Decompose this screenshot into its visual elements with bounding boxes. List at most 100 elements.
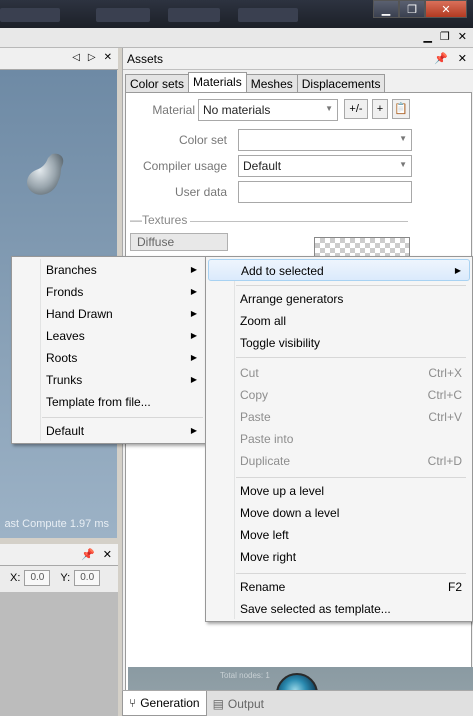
textures-divider	[190, 221, 408, 222]
clipboard-icon: 📋	[394, 103, 408, 115]
restore-button[interactable]: ❐	[399, 0, 425, 18]
material-combo[interactable]: No materials ▼	[198, 99, 338, 121]
menu-separator	[236, 573, 466, 574]
diffuse-slot[interactable]: Diffuse	[130, 233, 228, 251]
x-field[interactable]: 0.0	[24, 570, 51, 586]
menu-item-label: Cut	[240, 366, 259, 380]
menu-item-default[interactable]: Default ▶	[14, 420, 205, 442]
add-material-button[interactable]: +	[372, 99, 388, 119]
restore-icon: ❐	[407, 3, 417, 16]
title-bar-blurred-text	[0, 8, 60, 22]
compiler-usage-combo[interactable]: Default ▼	[238, 155, 412, 177]
output-icon: ▤	[212, 696, 224, 711]
minimize-button[interactable]: ▁	[373, 0, 399, 18]
menu-item-add-to-selected[interactable]: Add to selected ▶	[208, 259, 470, 281]
menu-item-label: Move left	[240, 528, 289, 542]
material-row: Material No materials ▼ +/- + 📋	[126, 99, 473, 121]
chevron-down-icon: ▼	[399, 134, 407, 143]
tab-displacements[interactable]: Displacements	[296, 74, 386, 93]
close-icon: ✕	[441, 3, 451, 16]
assets-header: Assets 📌 ✕	[123, 48, 473, 70]
menu-item-move-up-a-level[interactable]: Move up a level	[208, 480, 470, 502]
minimize-icon[interactable]: ▁	[423, 30, 431, 43]
clipboard-button[interactable]: 📋	[392, 99, 410, 119]
shortcut-label: Ctrl+C	[427, 388, 462, 402]
y-field[interactable]: 0.0	[74, 570, 101, 586]
user-data-row: User data	[126, 181, 473, 203]
shortcut-label: Ctrl+V	[428, 410, 462, 424]
preview-caption: Total nodes: 1	[220, 671, 270, 680]
x-label: X:	[10, 572, 21, 584]
menu-item-label: Template from file...	[46, 395, 151, 409]
menu-item-cut[interactable]: Cut Ctrl+X	[208, 362, 470, 384]
close-icon[interactable]: ✕	[458, 30, 467, 43]
menu-item-arrange-generators[interactable]: Arrange generators	[208, 288, 470, 310]
pin-icon[interactable]: 📌	[81, 548, 95, 561]
menu-separator	[236, 477, 466, 478]
chevron-right-icon: ▶	[190, 265, 197, 274]
menu-item-save-selected-as-template[interactable]: Save selected as template...	[208, 598, 470, 620]
color-set-combo[interactable]: ▼	[238, 129, 412, 151]
bottom-left-header: 📌 ✕	[0, 544, 118, 566]
menu-separator	[42, 417, 203, 418]
tab-output-label: Output	[227, 696, 264, 711]
close-icon[interactable]: ✕	[104, 52, 112, 63]
menu-item-rename[interactable]: Rename F2	[208, 576, 470, 598]
chevron-right-icon: ▶	[190, 309, 197, 318]
menu-item-roots[interactable]: Roots ▶	[14, 347, 205, 369]
restore-icon[interactable]: ❐	[440, 30, 450, 43]
menu-item-label: Roots	[46, 351, 78, 365]
texture-preview[interactable]	[314, 237, 410, 257]
menu-item-duplicate[interactable]: Duplicate Ctrl+D	[208, 450, 470, 472]
tab-generation-label: Generation	[140, 696, 200, 710]
scroll-left-icon[interactable]: ◁	[72, 52, 80, 63]
chevron-right-icon: ▶	[454, 266, 461, 275]
material-value: No materials	[203, 103, 271, 117]
menu-item-hand-drawn[interactable]: Hand Drawn ▶	[14, 303, 205, 325]
menu-item-paste-into[interactable]: Paste into	[208, 428, 470, 450]
title-bar-blurred-text	[238, 8, 298, 22]
tab-meshes[interactable]: Meshes	[245, 74, 298, 93]
tree-model-shape	[27, 153, 64, 195]
title-bar-blurred-text	[168, 8, 220, 22]
menu-item-move-right[interactable]: Move right	[208, 546, 470, 568]
menu-item-trunks[interactable]: Trunks ▶	[14, 369, 205, 391]
menu-item-paste[interactable]: Paste Ctrl+V	[208, 406, 470, 428]
assets-title: Assets	[127, 52, 164, 66]
close-icon[interactable]: ✕	[458, 52, 467, 65]
menu-item-toggle-visibility[interactable]: Toggle visibility	[208, 332, 470, 354]
last-compute-text: ast Compute 1.97 ms	[4, 518, 109, 530]
tab-materials[interactable]: Materials	[188, 72, 247, 93]
color-set-row: Color set ▼	[126, 129, 473, 151]
menu-item-label: Add to selected	[241, 264, 324, 278]
menu-item-label: Toggle visibility	[240, 336, 321, 350]
bottom-tabs: ⑂ Generation ▤ Output	[122, 690, 473, 716]
menu-item-label: Trunks	[46, 373, 83, 387]
menu-item-zoom-all[interactable]: Zoom all	[208, 310, 470, 332]
tab-generation[interactable]: ⑂ Generation	[122, 691, 207, 716]
menu-item-fronds[interactable]: Fronds ▶	[14, 281, 205, 303]
menu-item-move-left[interactable]: Move left	[208, 524, 470, 546]
menu-item-branches[interactable]: Branches ▶	[14, 259, 205, 281]
compiler-usage-label: Compiler usage	[142, 159, 227, 173]
tab-color-sets[interactable]: Color sets	[125, 74, 190, 93]
title-bar: ▁ ❐ ✕	[0, 0, 473, 28]
menu-item-label: Copy	[240, 388, 269, 402]
close-icon[interactable]: ✕	[103, 548, 112, 561]
menu-item-copy[interactable]: Copy Ctrl+C	[208, 384, 470, 406]
menu-separator	[236, 285, 466, 286]
menu-item-template-from-file[interactable]: Template from file...	[14, 391, 205, 413]
pin-icon[interactable]: 📌	[434, 52, 448, 65]
viewport-header: ◁ ▷ ✕	[0, 48, 118, 70]
menu-item-label: Default	[46, 424, 85, 438]
menu-item-label: Paste	[240, 410, 271, 424]
close-button[interactable]: ✕	[425, 0, 467, 18]
menu-item-leaves[interactable]: Leaves ▶	[14, 325, 205, 347]
add-remove-material-button[interactable]: +/-	[344, 99, 368, 119]
menu-item-move-down-a-level[interactable]: Move down a level	[208, 502, 470, 524]
top-strip: ▁ ❐ ✕	[0, 28, 473, 48]
assets-tabs: Color sets Materials Meshes Displacement…	[125, 72, 386, 93]
scroll-right-icon[interactable]: ▷	[88, 52, 96, 63]
user-data-input[interactable]	[238, 181, 412, 203]
tab-output[interactable]: ▤ Output	[207, 691, 270, 716]
